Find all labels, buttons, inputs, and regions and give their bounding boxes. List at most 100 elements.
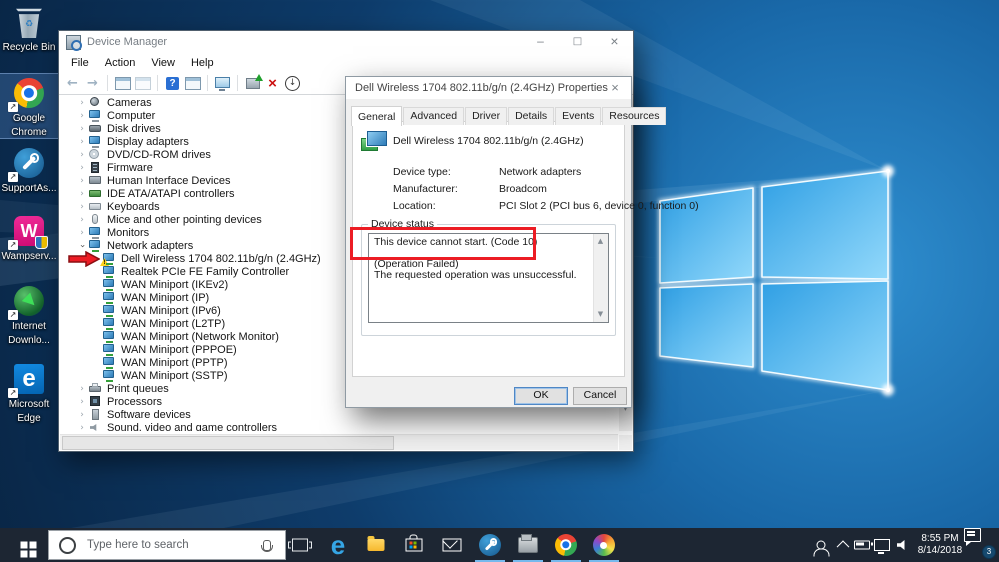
- shortcut-arrow-icon: ↗: [8, 310, 18, 320]
- network-adapter-icon: [361, 131, 387, 151]
- menu-item-help[interactable]: Help: [183, 55, 222, 71]
- desktop-icon-label: Chrome: [11, 127, 47, 138]
- chevron-right-icon[interactable]: ›: [76, 110, 88, 122]
- tab-driver[interactable]: Driver: [465, 107, 508, 125]
- desktop-icon-supportassist[interactable]: ↗ SupportAs...: [0, 144, 58, 194]
- window-title: Device Manager: [87, 36, 168, 48]
- toolbar-uninstall-device-icon[interactable]: ×: [264, 75, 281, 92]
- desktop-icon-label: Recycle Bin: [2, 42, 56, 53]
- taskbar-device-tool-button[interactable]: [510, 528, 546, 562]
- tree-item-label: Display adapters: [107, 135, 189, 148]
- desktop-icon-internet-download-manager[interactable]: ↗ Internet Downlo...: [0, 282, 58, 346]
- menu-item-file[interactable]: File: [63, 55, 97, 71]
- dvd-icon: [89, 149, 102, 160]
- taskbar-edge-button[interactable]: e: [320, 528, 356, 562]
- horizontal-scrollbar[interactable]: [60, 434, 618, 450]
- status-scrollbar[interactable]: ▲ ▼: [593, 234, 608, 322]
- chevron-right-icon[interactable]: ›: [76, 214, 88, 226]
- search-input[interactable]: [85, 538, 263, 552]
- ok-button[interactable]: OK: [514, 387, 568, 405]
- shortcut-arrow-icon: ↗: [8, 388, 18, 398]
- chevron-right-icon[interactable]: ›: [76, 188, 88, 200]
- chevron-down-icon[interactable]: ›: [76, 240, 88, 252]
- toolbar-back-icon[interactable]: ←: [64, 75, 81, 92]
- taskbar-search[interactable]: [48, 530, 286, 560]
- field-value: PCI Slot 2 (PCI bus 6, device 0, functio…: [499, 200, 699, 212]
- tree-item[interactable]: › Software devices: [60, 408, 618, 421]
- chevron-right-icon[interactable]: ›: [76, 162, 88, 174]
- desktop-icon-label: Wampserv...: [1, 251, 57, 262]
- tab-advanced[interactable]: Advanced: [403, 107, 465, 125]
- close-button[interactable]: ×: [596, 31, 633, 53]
- toolbar-scan-hardware-icon[interactable]: [214, 75, 231, 92]
- field-value: Broadcom: [499, 183, 547, 195]
- microphone-icon[interactable]: [261, 539, 273, 552]
- scroll-down-icon[interactable]: ▼: [594, 308, 607, 321]
- device-manager-titlebar[interactable]: Device Manager – □ ×: [59, 31, 633, 53]
- chevron-right-icon[interactable]: ›: [76, 422, 88, 432]
- taskbar-clock[interactable]: 8:55 PM 8/14/2018: [914, 528, 966, 562]
- field-label: Manufacturer:: [393, 183, 458, 195]
- scroll-up-icon[interactable]: ▲: [594, 235, 607, 248]
- maximize-button[interactable]: □: [559, 31, 596, 53]
- desktop-icon-microsoft-edge[interactable]: e ↗ Microsoft Edge: [0, 360, 58, 424]
- chevron-right-icon[interactable]: ›: [76, 149, 88, 161]
- taskbar-supportassist-button[interactable]: [472, 528, 508, 562]
- toolbar-separator: [207, 75, 208, 91]
- desktop-icon-label: SupportAs...: [1, 183, 57, 194]
- action-center-button[interactable]: 3: [964, 528, 998, 562]
- taskbar-file-explorer-button[interactable]: [358, 528, 394, 562]
- paint-icon: [593, 534, 615, 556]
- chevron-right-icon[interactable]: ›: [76, 97, 88, 109]
- toolbar-forward-icon[interactable]: →: [84, 75, 101, 92]
- toolbar-update-driver-icon[interactable]: [244, 73, 263, 92]
- tray-chevron-up-button[interactable]: [834, 528, 852, 562]
- toolbar-console-window-icon[interactable]: [114, 75, 131, 92]
- taskbar-store-button[interactable]: [396, 528, 432, 562]
- taskbar-chrome-button[interactable]: [548, 528, 584, 562]
- chevron-right-icon[interactable]: ›: [76, 201, 88, 213]
- field-row: Location: PCI Slot 2 (PCI bus 6, device 0…: [393, 200, 699, 212]
- toolbar-disable-device-icon[interactable]: ↓: [284, 75, 301, 92]
- clock-date: 8/14/2018: [917, 545, 963, 556]
- desktop-icon-google-chrome[interactable]: ↗ Google Chrome: [0, 73, 59, 139]
- tree-item-label: WAN Miniport (SSTP): [121, 369, 228, 382]
- start-button[interactable]: [0, 528, 48, 562]
- chevron-right-icon[interactable]: ›: [76, 123, 88, 135]
- tray-volume-button[interactable]: [892, 528, 912, 562]
- dialog-close-icon[interactable]: ×: [599, 77, 631, 99]
- tab-details[interactable]: Details: [508, 107, 555, 125]
- tray-battery-button[interactable]: [852, 528, 873, 562]
- taskbar-mail-button[interactable]: [434, 528, 470, 562]
- toolbar-properties-icon[interactable]: [184, 75, 201, 92]
- chevron-right-icon[interactable]: ›: [76, 227, 88, 239]
- tree-item-label: Realtek PCIe FE Family Controller: [121, 265, 290, 278]
- edge-icon: e: [14, 364, 44, 394]
- scrollbar-thumb[interactable]: [62, 436, 394, 450]
- chevron-right-icon[interactable]: ›: [76, 383, 88, 395]
- tab-events[interactable]: Events: [555, 107, 602, 125]
- tab-general[interactable]: General: [351, 106, 403, 126]
- toolbar-help-icon[interactable]: ?: [164, 75, 181, 92]
- people-icon: [813, 540, 830, 557]
- chevron-right-icon[interactable]: ›: [76, 409, 88, 421]
- chevron-right-icon[interactable]: ›: [76, 136, 88, 148]
- cancel-button[interactable]: Cancel: [573, 387, 627, 405]
- desktop-icon-wampserver[interactable]: W ↗ Wampserv...: [0, 212, 58, 262]
- menu-item-view[interactable]: View: [143, 55, 183, 71]
- tree-item[interactable]: › Sound, video and game controllers: [60, 421, 618, 432]
- chevron-right-icon[interactable]: ›: [76, 175, 88, 187]
- chevron-right-icon[interactable]: ›: [76, 396, 88, 408]
- taskbar-paint-button[interactable]: [586, 528, 622, 562]
- dialog-titlebar[interactable]: Dell Wireless 1704 802.11b/g/n (2.4GHz) …: [346, 77, 631, 99]
- menu-item-action[interactable]: Action: [97, 55, 144, 71]
- tray-network-display-button[interactable]: [872, 528, 892, 562]
- taskbar-task-view-button[interactable]: [282, 528, 318, 562]
- desktop-icon-recycle-bin[interactable]: ♻ Recycle Bin: [0, 3, 58, 53]
- tray-people-button[interactable]: [808, 528, 834, 562]
- toolbar-export-list-icon[interactable]: [134, 75, 151, 92]
- minimize-button[interactable]: –: [522, 31, 559, 53]
- tree-item-label: WAN Miniport (L2TP): [121, 317, 226, 330]
- tab-resources[interactable]: Resources: [602, 107, 667, 125]
- network-icon: [89, 240, 102, 252]
